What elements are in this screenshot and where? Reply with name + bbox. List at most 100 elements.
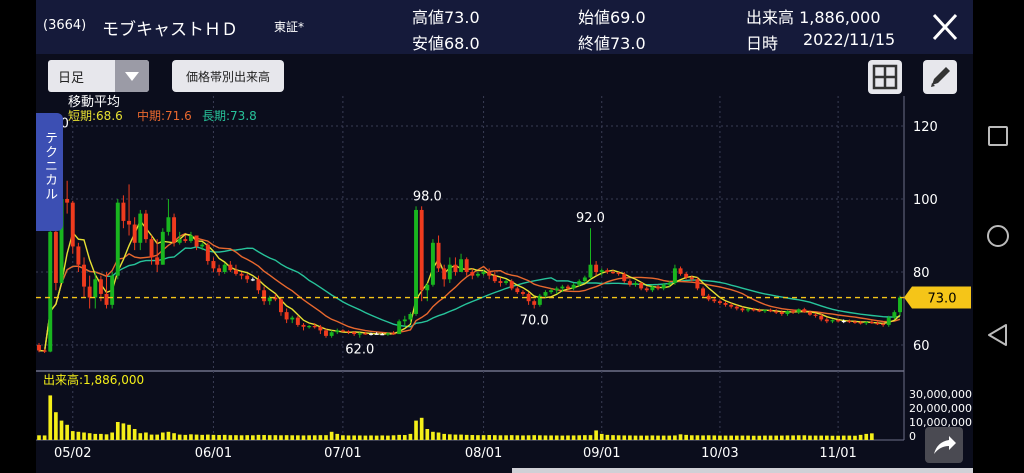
volume-legend: 出来高:1,886,000 bbox=[43, 372, 144, 387]
volume-bar bbox=[200, 434, 205, 440]
candle bbox=[419, 206, 424, 302]
volume-tick-label: 0 bbox=[909, 430, 916, 443]
volume-bar bbox=[144, 432, 148, 440]
volume-bar bbox=[729, 435, 734, 440]
volume-bar bbox=[48, 395, 53, 440]
volume-bar bbox=[492, 435, 497, 440]
volume-bar bbox=[509, 435, 514, 440]
share-button[interactable] bbox=[925, 427, 963, 463]
volume-bar bbox=[723, 435, 728, 440]
volume-bar bbox=[470, 435, 475, 440]
volume-bar bbox=[70, 431, 75, 440]
volume-tick-label: 30,000,000 bbox=[909, 388, 972, 401]
ma-legend-title: 移動平均 bbox=[68, 95, 120, 110]
volume-bar bbox=[825, 435, 829, 440]
volume-bar bbox=[836, 435, 840, 440]
square-icon[interactable] bbox=[988, 126, 1008, 146]
volume-bar bbox=[380, 435, 385, 440]
volume-bar bbox=[487, 435, 492, 440]
volume-bar bbox=[121, 423, 126, 440]
volume-bar bbox=[639, 435, 643, 440]
candle bbox=[160, 228, 165, 265]
volume-bar bbox=[566, 435, 570, 440]
volume-bar bbox=[858, 434, 863, 440]
volume-bar bbox=[746, 435, 750, 440]
volume-bar bbox=[54, 412, 58, 440]
volume-bar bbox=[346, 435, 351, 440]
volume-bar bbox=[183, 434, 188, 440]
volume-bar bbox=[808, 435, 812, 440]
date-tick-label: 06/01 bbox=[195, 446, 232, 461]
volume-bar bbox=[841, 435, 846, 440]
volume-bar bbox=[633, 435, 638, 440]
ma-legend-long: 長期:73.8 bbox=[202, 109, 257, 123]
volume-bar bbox=[459, 434, 463, 440]
volume-bar bbox=[363, 435, 368, 440]
volume-bar bbox=[847, 435, 852, 440]
volume-bar bbox=[577, 435, 582, 440]
volume-bar bbox=[301, 435, 306, 440]
volume-bar bbox=[402, 435, 407, 440]
volume-bar bbox=[779, 435, 784, 440]
volume-bar bbox=[155, 434, 160, 440]
volume-bar bbox=[453, 434, 458, 440]
volume-bar bbox=[352, 435, 356, 440]
volume-bar bbox=[189, 434, 193, 440]
ma-legend: 移動平均 短期:68.6 中期:71.6 長期:73.8 bbox=[68, 95, 257, 123]
volume-bar bbox=[763, 435, 767, 440]
candle bbox=[143, 209, 148, 243]
date-tick-label: 10/03 bbox=[701, 446, 738, 461]
volume-bar bbox=[667, 435, 672, 440]
volume-bar bbox=[431, 431, 435, 440]
volume-bar bbox=[498, 435, 503, 440]
volume-bar bbox=[689, 435, 694, 440]
volume-bar bbox=[870, 433, 874, 440]
volume-bar bbox=[87, 433, 92, 440]
volume-bar bbox=[526, 435, 531, 440]
candle bbox=[537, 293, 542, 307]
volume-bar bbox=[791, 435, 795, 440]
price-pane bbox=[36, 96, 904, 371]
volume-bar bbox=[194, 434, 199, 440]
volume-bar bbox=[549, 435, 553, 440]
price-annotation: 92.0 bbox=[576, 211, 605, 226]
volume-bar bbox=[661, 435, 666, 440]
price-annotation: 62.0 bbox=[345, 343, 374, 358]
volume-bar bbox=[318, 435, 323, 440]
volume-bar bbox=[830, 435, 835, 440]
volume-bar bbox=[712, 435, 717, 440]
horizontal-scrollbar[interactable] bbox=[512, 468, 973, 473]
technical-tab[interactable]: テクニカル bbox=[36, 113, 63, 231]
volume-bar bbox=[239, 435, 244, 440]
volume-bar bbox=[166, 431, 171, 440]
date-tick-label: 11/01 bbox=[819, 446, 856, 461]
volume-bar bbox=[594, 430, 598, 440]
ma-legend-short: 短期:68.6 bbox=[68, 109, 123, 123]
volume-legend-label: 出来高:1,886,000 bbox=[43, 372, 144, 387]
volume-bar bbox=[138, 433, 143, 440]
volume-bar bbox=[560, 435, 565, 440]
volume-bar bbox=[464, 434, 469, 440]
volume-bar bbox=[357, 435, 362, 440]
volume-bar bbox=[554, 435, 559, 440]
volume-bar bbox=[312, 435, 317, 440]
volume-bar bbox=[391, 435, 396, 440]
volume-bar bbox=[160, 432, 165, 440]
volume-bar bbox=[335, 433, 340, 440]
left-screen-edge bbox=[0, 0, 36, 473]
volume-bar bbox=[115, 422, 120, 440]
volume-bar bbox=[59, 420, 64, 440]
candle bbox=[70, 200, 75, 254]
candlestick-chart[interactable]: 120 100 80 60 05/02 06/01 07/01 08/01 09/01 10/03… bbox=[36, 0, 973, 473]
volume-bar bbox=[211, 434, 216, 440]
volume-bar bbox=[234, 435, 238, 440]
candle bbox=[397, 319, 402, 335]
volume-bar bbox=[267, 435, 272, 440]
candle bbox=[430, 239, 435, 287]
circle-icon[interactable] bbox=[987, 225, 1009, 247]
volume-bar bbox=[65, 424, 69, 440]
volume-bar bbox=[436, 432, 441, 440]
volume-bar bbox=[307, 435, 311, 440]
volume-bar bbox=[656, 435, 660, 440]
triangle-back-icon[interactable] bbox=[988, 324, 1007, 346]
